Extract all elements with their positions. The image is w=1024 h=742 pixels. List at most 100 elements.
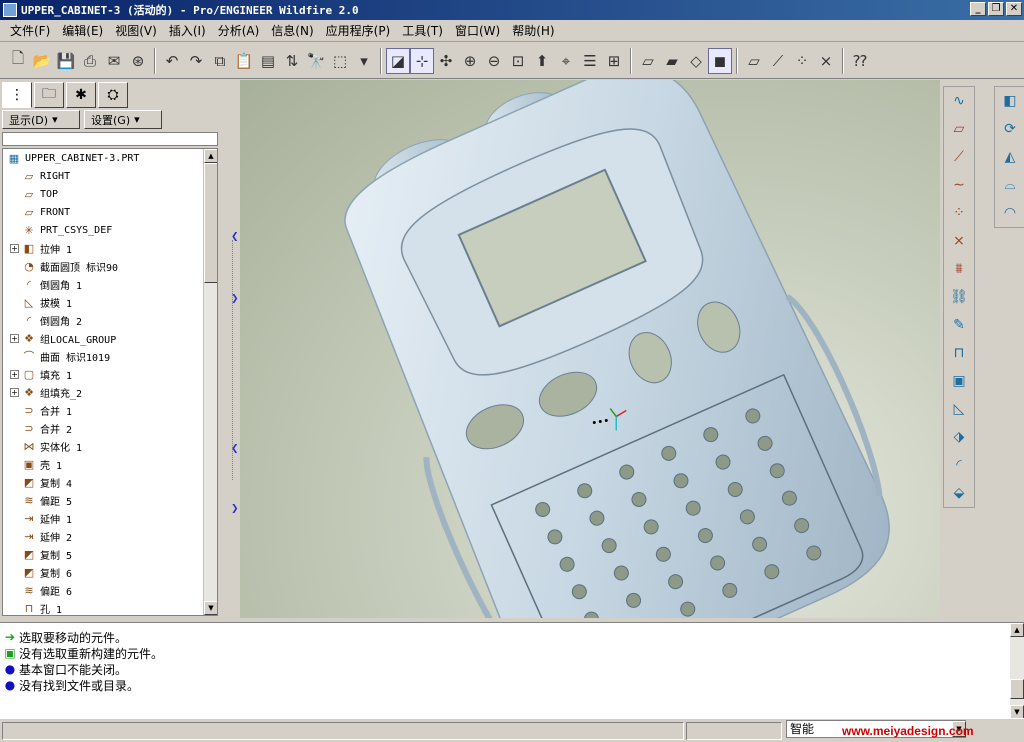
scroll-down-icon[interactable]: ▼	[204, 601, 217, 615]
menu-analysis[interactable]: 分析(A)	[212, 22, 266, 39]
extrude-tool-icon[interactable]: ◧	[997, 89, 1023, 113]
tree-item[interactable]: ▱ RIGHT	[3, 167, 205, 185]
menu-tools[interactable]: 工具(T)	[396, 22, 449, 39]
favorites-tab-icon[interactable]: ✱	[66, 82, 96, 108]
tree-item[interactable]: ⌒ 曲面 标识1019	[3, 347, 205, 365]
menu-window[interactable]: 窗口(W)	[449, 22, 506, 39]
tree-item[interactable]: ▱ FRONT	[3, 203, 205, 221]
undo-icon[interactable]: ↶	[160, 48, 184, 74]
tree-item[interactable]: + ◧ 拉伸 1	[3, 239, 205, 257]
reorient-icon[interactable]: ⬆	[530, 48, 554, 74]
no-hidden-icon[interactable]: ◇	[684, 48, 708, 74]
collapse-left-icon[interactable]: ❮	[231, 444, 239, 454]
tree-item[interactable]: ◺ 拔模 1	[3, 293, 205, 311]
csys-icon[interactable]: ⨯	[946, 229, 972, 253]
folder-browser-tab-icon[interactable]: 🗀	[34, 82, 64, 108]
scroll-thumb[interactable]	[1010, 679, 1024, 699]
connections-tab-icon[interactable]: ⛭	[98, 82, 128, 108]
zoom-in-icon[interactable]: ⊕	[458, 48, 482, 74]
regenerate-icon[interactable]: ⇅	[280, 48, 304, 74]
datum-curve-icon[interactable]: ∼	[946, 173, 972, 197]
tree-item[interactable]: ⊃ 合并 1	[3, 401, 205, 419]
menu-applications[interactable]: 应用程序(P)	[320, 22, 397, 39]
annotation-icon[interactable]: ✎	[946, 313, 972, 337]
settings-dropdown[interactable]: 设置(G) ▾	[84, 110, 162, 129]
tree-item[interactable]: + ▢ 填充 1	[3, 365, 205, 383]
shell-tool-icon[interactable]: ▣	[946, 369, 972, 393]
paste-special-icon[interactable]: ▤	[256, 48, 280, 74]
datum-point-icon[interactable]: ⁘	[946, 201, 972, 225]
print-icon[interactable]: ⎙	[78, 48, 102, 74]
boundary-blend-icon[interactable]: ⌓	[997, 173, 1023, 197]
menu-info[interactable]: 信息(N)	[265, 22, 319, 39]
copy-icon[interactable]: ⧉	[208, 48, 232, 74]
zoom-out-icon[interactable]: ⊖	[482, 48, 506, 74]
refit-icon[interactable]: ⊡	[506, 48, 530, 74]
redraw-icon[interactable]: ◪	[386, 47, 410, 74]
datum-plane-icon[interactable]: ▱	[946, 117, 972, 141]
tree-scrollbar[interactable]: ▲ ▼	[203, 149, 217, 615]
orient-mode-icon[interactable]: ✣	[434, 48, 458, 74]
round-tool-icon[interactable]: ◜	[946, 453, 972, 477]
expand-icon[interactable]: +	[10, 243, 19, 253]
expand-icon[interactable]: +	[10, 387, 19, 397]
chain-icon[interactable]: ⛓	[946, 285, 972, 309]
find-icon[interactable]: 🔭	[304, 48, 328, 74]
panel-splitter[interactable]: ❮ ❯ ❮ ❯	[228, 80, 240, 618]
hidden-line-icon[interactable]: ▰	[660, 48, 684, 74]
tree-item[interactable]: ◜ 倒圆角 2	[3, 311, 205, 329]
email-link-icon[interactable]: ⊛	[126, 48, 150, 74]
shading-icon[interactable]: ◼	[708, 47, 732, 74]
style-tool-icon[interactable]: ◠	[997, 201, 1023, 225]
expand-right-icon[interactable]: ❯	[231, 504, 239, 514]
model-tree-tab-icon[interactable]: ⋮	[2, 82, 32, 108]
tree-item[interactable]: ◩ 复制 6	[3, 563, 205, 581]
analysis-feature-icon[interactable]: ⩩	[946, 257, 972, 281]
hole-tool-icon[interactable]: ⊓	[946, 341, 972, 365]
saved-views-icon[interactable]: ⌖	[554, 48, 578, 74]
restore-button[interactable]: ❐	[988, 2, 1004, 16]
tree-item[interactable]: ◩ 复制 5	[3, 545, 205, 563]
view-manager-icon[interactable]: ⊞	[602, 48, 626, 74]
menu-help[interactable]: 帮助(H)	[506, 22, 560, 39]
tree-item[interactable]: ◜ 倒圆角 1	[3, 275, 205, 293]
datum-plane-display-icon[interactable]: ⏥	[742, 48, 766, 74]
collapse-left-icon[interactable]: ❮	[231, 232, 239, 242]
revolve-tool-icon[interactable]: ⟳	[997, 117, 1023, 141]
datum-axis-icon[interactable]: ⟋	[946, 145, 972, 169]
rib-tool-icon[interactable]: ◺	[946, 397, 972, 421]
tree-item[interactable]: ▣ 壳 1	[3, 455, 205, 473]
scroll-thumb[interactable]	[204, 163, 217, 283]
close-button[interactable]: ✕	[1006, 2, 1022, 16]
select-dropdown-icon[interactable]: ▾	[352, 48, 376, 74]
wireframe-icon[interactable]: ▱	[636, 48, 660, 74]
select-box-icon[interactable]: ⬚	[328, 48, 352, 74]
save-icon[interactable]: 💾	[54, 48, 78, 74]
layers-icon[interactable]: ☰	[578, 48, 602, 74]
tree-item[interactable]: ⊓ 孔 1	[3, 599, 205, 616]
minimize-button[interactable]: _	[970, 2, 986, 16]
tree-item[interactable]: ◔ 截面圆顶 标识90	[3, 257, 205, 275]
menu-file[interactable]: 文件(F)	[4, 22, 56, 39]
datum-point-display-icon[interactable]: ⁘	[790, 48, 814, 74]
tree-item[interactable]: ⇥ 延伸 1	[3, 509, 205, 527]
graphics-window[interactable]	[240, 80, 940, 618]
menu-insert[interactable]: 插入(I)	[163, 22, 212, 39]
tree-item[interactable]: ⋈ 实体化 1	[3, 437, 205, 455]
tree-item[interactable]: ⊃ 合并 2	[3, 419, 205, 437]
tree-item[interactable]: ≋ 偏距 6	[3, 581, 205, 599]
message-scrollbar[interactable]: ▲ ▼	[1010, 623, 1024, 719]
email-icon[interactable]: ✉	[102, 48, 126, 74]
csys-display-icon[interactable]: ⨯	[814, 48, 838, 74]
tree-item[interactable]: + ❖ 组填充_2	[3, 383, 205, 401]
tree-item[interactable]: ▦ UPPER_CABINET-3.PRT	[3, 149, 205, 167]
scroll-up-icon[interactable]: ▲	[204, 149, 217, 163]
context-help-icon[interactable]: ⁇	[848, 48, 872, 74]
tree-item[interactable]: ◩ 复制 4	[3, 473, 205, 491]
redo-icon[interactable]: ↷	[184, 48, 208, 74]
tree-item[interactable]: ▱ TOP	[3, 185, 205, 203]
expand-right-icon[interactable]: ❯	[231, 294, 239, 304]
sketch-icon[interactable]: ∿	[946, 89, 972, 113]
chamfer-tool-icon[interactable]: ⬙	[946, 481, 972, 505]
expand-icon[interactable]: +	[10, 333, 19, 343]
